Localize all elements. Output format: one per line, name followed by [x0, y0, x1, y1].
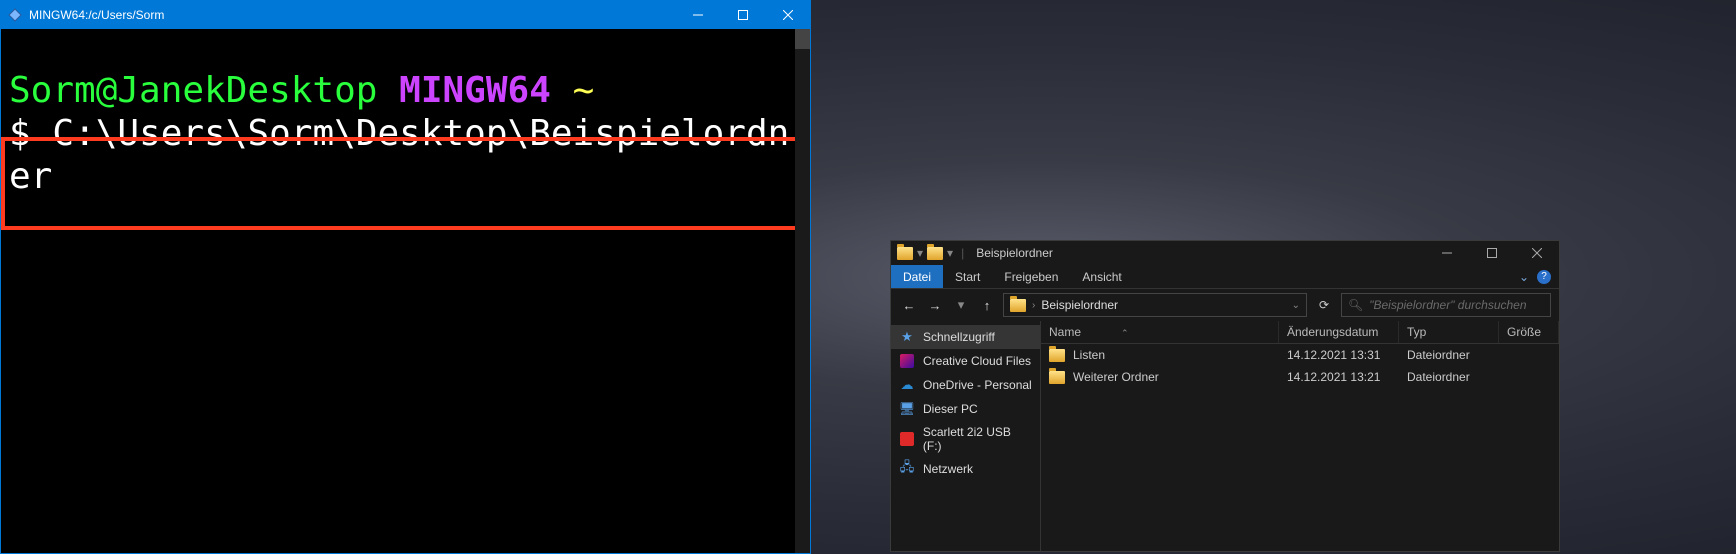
item-date: 14.12.2021 13:31 — [1279, 346, 1399, 364]
list-item[interactable]: Listen 14.12.2021 13:31 Dateiordner — [1041, 344, 1559, 366]
tab-datei[interactable]: Datei — [891, 265, 943, 288]
up-button[interactable]: ↑ — [977, 298, 997, 313]
recent-dropdown[interactable]: ▾ — [951, 297, 971, 313]
col-type[interactable]: Typ — [1399, 321, 1499, 343]
search-bar[interactable]: 🔍︎ — [1341, 293, 1551, 317]
navigation-row: ← → ▾ ↑ › Beispielordner ⌄ ⟳ 🔍︎ — [891, 289, 1559, 321]
sidebar-item-schnellzugriff[interactable]: ★ Schnellzugriff — [891, 325, 1040, 349]
folder-icon — [1010, 299, 1026, 312]
window-controls — [675, 1, 810, 29]
chevron-down-icon[interactable]: ⌄ — [1519, 270, 1529, 284]
terminal-title: MINGW64:/c/Users/Sorm — [29, 8, 675, 22]
close-button[interactable] — [765, 1, 810, 29]
minimize-button[interactable] — [675, 1, 720, 29]
prompt-path: ~ — [573, 70, 595, 111]
minimize-button[interactable] — [1424, 241, 1469, 265]
maximize-button[interactable] — [1469, 241, 1514, 265]
forward-button[interactable]: → — [925, 298, 945, 313]
cloud-icon: ☁ — [899, 377, 915, 393]
sidebar-item-label: OneDrive - Personal — [923, 378, 1032, 392]
command-line: $ C:\Users\Sorm\Desktop\Beispielordner — [9, 112, 802, 198]
explorer-titlebar[interactable]: ▾ ▾ | Beispielordner — [891, 241, 1559, 265]
sidebar-item-netzwerk[interactable]: 🖧 Netzwerk — [891, 457, 1040, 481]
separator: | — [961, 246, 964, 260]
star-icon: ★ — [899, 329, 915, 345]
quick-access-toolbar: ▾ ▾ | — [897, 246, 968, 260]
back-button[interactable]: ← — [899, 298, 919, 313]
navigation-pane: ★ Schnellzugriff Creative Cloud Files ☁ … — [891, 321, 1041, 551]
breadcrumb[interactable]: Beispielordner — [1041, 298, 1118, 312]
folder-icon — [897, 247, 913, 260]
terminal-titlebar[interactable]: MINGW64:/c/Users/Sorm — [1, 1, 810, 29]
sidebar-item-onedrive[interactable]: ☁ OneDrive - Personal — [891, 373, 1040, 397]
item-name: Weiterer Ordner — [1073, 370, 1159, 384]
prompt-user: Sorm@JanekDesktop — [9, 70, 377, 111]
terminal-window: MINGW64:/c/Users/Sorm Sorm@JanekDesktop … — [0, 0, 811, 554]
address-bar[interactable]: › Beispielordner ⌄ — [1003, 293, 1307, 317]
help-icon[interactable]: ? — [1537, 270, 1551, 284]
tab-freigeben[interactable]: Freigeben — [992, 265, 1070, 288]
dropdown-icon[interactable]: ▾ — [947, 246, 953, 260]
chevron-right-icon: › — [1032, 300, 1035, 311]
sidebar-item-label: Creative Cloud Files — [923, 354, 1031, 368]
folder-icon — [1049, 371, 1065, 384]
drive-icon — [899, 431, 915, 447]
scrollbar-thumb[interactable] — [795, 29, 810, 49]
explorer-window: ▾ ▾ | Beispielordner Datei Start Freigeb… — [890, 240, 1560, 552]
item-size — [1499, 353, 1559, 357]
column-headers: Name⌃ Änderungsdatum Typ Größe — [1041, 321, 1559, 344]
close-button[interactable] — [1514, 241, 1559, 265]
refresh-button[interactable]: ⟳ — [1313, 298, 1335, 312]
window-controls — [1424, 241, 1559, 265]
search-icon: 🔍︎ — [1348, 298, 1363, 312]
item-type: Dateiordner — [1399, 346, 1499, 364]
terminal-scrollbar[interactable] — [795, 29, 810, 553]
explorer-title: Beispielordner — [976, 246, 1053, 260]
terminal-app-icon — [8, 8, 22, 22]
item-size — [1499, 375, 1559, 379]
item-name: Listen — [1073, 348, 1105, 362]
search-input[interactable] — [1369, 298, 1544, 312]
monitor-icon: 🖥 — [899, 401, 915, 417]
col-name[interactable]: Name⌃ — [1041, 321, 1279, 343]
file-list: Name⌃ Änderungsdatum Typ Größe Listen 14… — [1041, 321, 1559, 551]
terminal-body[interactable]: Sorm@JanekDesktop MINGW64 ~ $ C:\Users\S… — [1, 29, 810, 553]
sidebar-item-creative-cloud[interactable]: Creative Cloud Files — [891, 349, 1040, 373]
folder-icon — [927, 247, 943, 260]
sort-indicator: ⌃ — [1121, 328, 1129, 338]
col-size[interactable]: Größe — [1499, 321, 1559, 343]
prompt-env: MINGW64 — [399, 70, 551, 111]
ribbon-tabs: Datei Start Freigeben Ansicht ⌄ ? — [891, 265, 1559, 289]
list-item[interactable]: Weiterer Ordner 14.12.2021 13:21 Dateior… — [1041, 366, 1559, 388]
creative-cloud-icon — [899, 353, 915, 369]
chevron-down-icon[interactable]: ⌄ — [1292, 300, 1300, 311]
item-date: 14.12.2021 13:21 — [1279, 368, 1399, 386]
sidebar-item-label: Scarlett 2i2 USB (F:) — [923, 425, 1032, 453]
sidebar-item-scarlett[interactable]: Scarlett 2i2 USB (F:) — [891, 421, 1040, 457]
col-date[interactable]: Änderungsdatum — [1279, 321, 1399, 343]
folder-icon — [1049, 349, 1065, 362]
maximize-button[interactable] — [720, 1, 765, 29]
network-icon: 🖧 — [899, 461, 915, 477]
tab-start[interactable]: Start — [943, 265, 992, 288]
command-text: C:\Users\Sorm\Desktop\Beispielordner — [9, 113, 789, 197]
sidebar-item-label: Netzwerk — [923, 462, 973, 476]
sidebar-item-dieser-pc[interactable]: 🖥 Dieser PC — [891, 397, 1040, 421]
dropdown-icon[interactable]: ▾ — [917, 246, 923, 260]
tab-ansicht[interactable]: Ansicht — [1070, 265, 1133, 288]
prompt-dollar: $ — [9, 113, 31, 154]
prompt-line: Sorm@JanekDesktop MINGW64 ~ — [9, 69, 802, 112]
sidebar-item-label: Schnellzugriff — [923, 330, 995, 344]
item-type: Dateiordner — [1399, 368, 1499, 386]
sidebar-item-label: Dieser PC — [923, 402, 978, 416]
